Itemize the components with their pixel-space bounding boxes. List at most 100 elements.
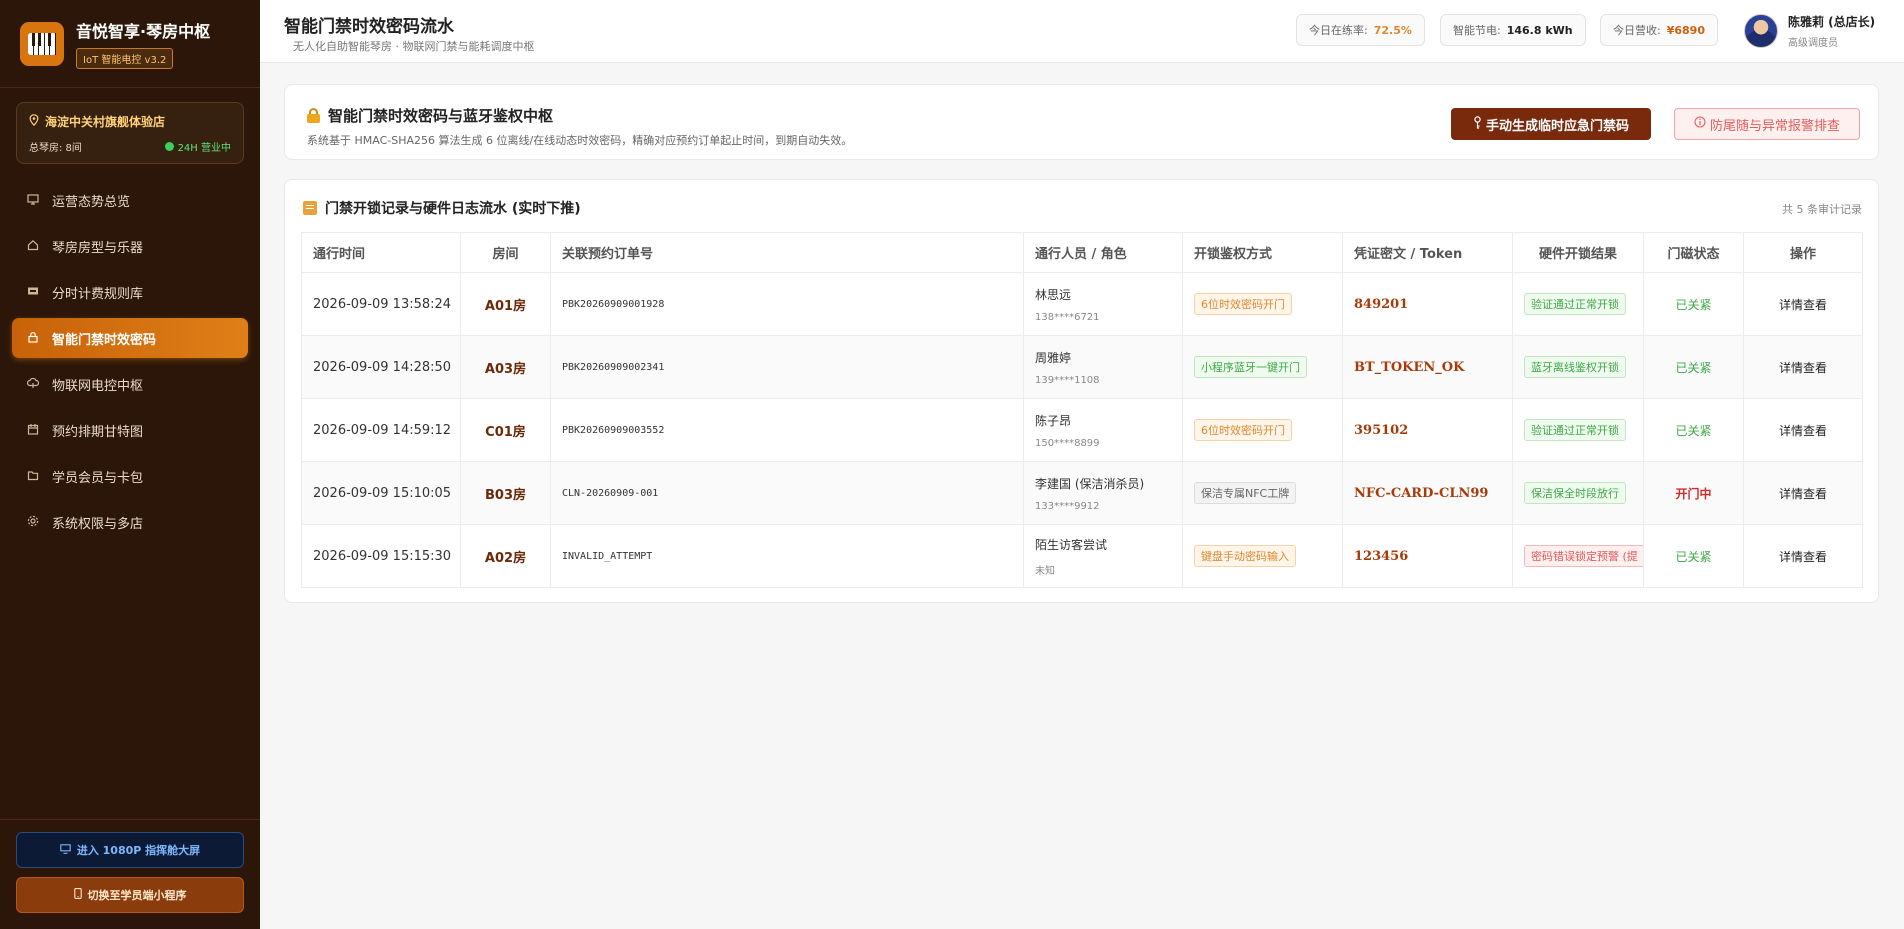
nav-item-settings[interactable]: 系统权限与多店 <box>12 502 248 542</box>
brand: 音悦智享·琴房中枢 IoT 智能电控 v3.2 <box>0 0 260 88</box>
location-pin-icon <box>29 114 39 129</box>
column-header[interactable]: 关联预约订单号 <box>550 232 1024 273</box>
credential-token: 849201 <box>1342 272 1513 336</box>
room-number: C01房 <box>460 398 551 462</box>
person-name: 陈子昂 <box>1035 413 1072 428</box>
alert-label: 防尾随与异常报警排查 <box>1709 118 1840 134</box>
column-header[interactable]: 房间 <box>460 232 551 273</box>
view-details-link[interactable]: 详情查看 <box>1743 461 1863 525</box>
unlock-result-tag: 保洁保全时段放行 <box>1524 482 1626 504</box>
order-id: PBK20260909001928 <box>550 272 1024 336</box>
column-header[interactable]: 凭证密文 / Token <box>1342 232 1513 273</box>
calendar-icon <box>26 423 40 438</box>
avatar <box>1744 14 1778 48</box>
key-icon <box>1473 115 1482 133</box>
mini-program-button[interactable]: 切换至学员端小程序 <box>16 877 244 913</box>
anti-tailgating-alert-button[interactable]: 防尾随与异常报警排查 <box>1674 108 1860 140</box>
credential-token: BT_TOKEN_OK <box>1342 335 1513 399</box>
column-header[interactable]: 通行时间 <box>301 232 461 273</box>
table-header-row: 通行时间 房间 关联预约订单号 通行人员 / 角色 开锁鉴权方式 凭证密文 / … <box>301 232 1863 273</box>
store-status: 24H 营业中 <box>177 143 231 154</box>
nav-item-iot[interactable]: 物联网电控中枢 <box>12 364 248 404</box>
nav-item-members[interactable]: 学员会员与卡包 <box>12 456 248 496</box>
order-id: PBK20260909003552 <box>550 398 1024 462</box>
nav-item-rooms[interactable]: 琴房房型与乐器 <box>12 226 248 266</box>
nav-item-billing[interactable]: 分时计费规则库 <box>12 272 248 312</box>
stat-practice-rate: 今日在练率: 72.5% <box>1296 14 1425 46</box>
nav-item-schedule[interactable]: 预约排期甘特图 <box>12 410 248 450</box>
auth-method-tag: 6位时效密码开门 <box>1194 293 1292 315</box>
lock-icon <box>26 331 40 346</box>
person-phone: 150****8899 <box>1035 437 1100 449</box>
door-status: 已关紧 <box>1643 272 1744 336</box>
stat-label: 智能节电: <box>1453 24 1501 37</box>
nav-item-door-codes[interactable]: 智能门禁时效密码 <box>12 318 248 358</box>
person-name: 林思远 <box>1035 287 1072 302</box>
nav-label: 预约排期甘特图 <box>52 424 144 440</box>
auth-method-tag: 键盘手动密码输入 <box>1194 545 1296 567</box>
order-id: INVALID_ATTEMPT <box>550 524 1024 588</box>
column-header[interactable]: 硬件开锁结果 <box>1512 232 1644 273</box>
command-screen-label: 进入 1080P 指挥舱大屏 <box>76 844 201 857</box>
view-details-link[interactable]: 详情查看 <box>1743 335 1863 399</box>
column-header[interactable]: 通行人员 / 角色 <box>1023 232 1183 273</box>
access-time: 2026-09-09 15:15:30 <box>301 524 461 588</box>
billing-icon <box>26 285 40 300</box>
room-number: A01房 <box>460 272 551 336</box>
view-details-link[interactable]: 详情查看 <box>1743 524 1863 588</box>
credential-token: 395102 <box>1342 398 1513 462</box>
order-id: PBK20260909002341 <box>550 335 1024 399</box>
auth-panel: 智能门禁时效密码与蓝牙鉴权中枢 系统基于 HMAC-SHA256 算法生成 6 … <box>284 84 1879 160</box>
mini-program-label: 切换至学员端小程序 <box>87 889 187 902</box>
folder-icon <box>26 469 40 484</box>
stat-label: 今日在练率: <box>1309 24 1368 37</box>
generate-emergency-code-button[interactable]: 手动生成临时应急门禁码 <box>1451 108 1651 140</box>
dashboard-icon <box>26 193 40 208</box>
online-status-icon <box>164 142 174 151</box>
table-row: 2026-09-09 15:10:05 B03房 CLN-20260909-00… <box>301 461 1863 525</box>
settings-icon <box>26 515 40 530</box>
command-screen-button[interactable]: 进入 1080P 指挥舱大屏 <box>16 832 244 868</box>
column-header[interactable]: 操作 <box>1743 232 1863 273</box>
table-row: 2026-09-09 15:15:30 A02房 INVALID_ATTEMPT… <box>301 524 1863 588</box>
person-phone: 133****9912 <box>1035 500 1100 512</box>
record-count: 共 5 条审计记录 <box>1782 203 1862 216</box>
stat-energy-saved: 智能节电: 146.8 kWh <box>1440 14 1586 46</box>
piano-logo-icon <box>20 21 64 66</box>
person-phone: 未知 <box>1035 565 1055 577</box>
auth-method-tag: 6位时效密码开门 <box>1194 419 1292 441</box>
user-role: 高级调度员 <box>1788 38 1838 49</box>
auth-panel-description: 系统基于 HMAC-SHA256 算法生成 6 位离线/在线动态时效密码，精确对… <box>307 134 853 147</box>
table-row: 2026-09-09 14:59:12 C01房 PBK202609090035… <box>301 398 1863 462</box>
auth-method-tag: 保洁专属NFC工牌 <box>1194 482 1297 504</box>
page-subtitle: 无人化自助智能琴房 · 物联网门禁与能耗调度中枢 <box>293 40 535 53</box>
person-name: 陌生访客尝试 <box>1035 537 1108 552</box>
room-number: A02房 <box>460 524 551 588</box>
person-phone: 139****1108 <box>1035 374 1100 386</box>
nav-label: 运营态势总览 <box>52 194 131 210</box>
page-title: 智能门禁时效密码流水 <box>284 17 454 37</box>
column-header[interactable]: 门磁状态 <box>1643 232 1744 273</box>
scroll-log-icon <box>303 201 317 215</box>
nav-item-overview[interactable]: 运营态势总览 <box>12 180 248 220</box>
sidebar-nav: 运营态势总览 琴房房型与乐器 分时计费规则库 智能门禁时效密码 物联网电控中枢 <box>0 180 260 542</box>
info-circle-icon <box>1694 116 1706 132</box>
store-name: 海淀中关村旗舰体验店 <box>45 115 166 129</box>
nav-label: 分时计费规则库 <box>52 286 144 302</box>
table-row: 2026-09-09 13:58:24 A01房 PBK202609090019… <box>301 272 1863 336</box>
store-card[interactable]: 海淀中关村旗舰体验店 总琴房: 8间 24H 营业中 <box>16 102 244 164</box>
unlock-result-tag: 验证通过正常开锁 <box>1524 419 1626 441</box>
unlock-result-tag: 蓝牙离线鉴权开锁 <box>1524 356 1626 378</box>
table-row: 2026-09-09 14:28:50 A03房 PBK202609090023… <box>301 335 1863 399</box>
room-number: B03房 <box>460 461 551 525</box>
view-details-link[interactable]: 详情查看 <box>1743 398 1863 462</box>
monitor-icon <box>60 843 71 857</box>
order-id: CLN-20260909-001 <box>550 461 1024 525</box>
stat-value: 146.8 kWh <box>1506 23 1573 37</box>
user-name: 陈雅莉 (总店长) <box>1788 15 1876 29</box>
room-count: 总琴房: 8间 <box>29 143 82 154</box>
sidebar-footer: 进入 1080P 指挥舱大屏 切换至学员端小程序 <box>0 819 260 929</box>
user-profile[interactable]: 陈雅莉 (总店长) 高级调度员 <box>1744 13 1875 49</box>
column-header[interactable]: 开锁鉴权方式 <box>1182 232 1343 273</box>
view-details-link[interactable]: 详情查看 <box>1743 272 1863 336</box>
